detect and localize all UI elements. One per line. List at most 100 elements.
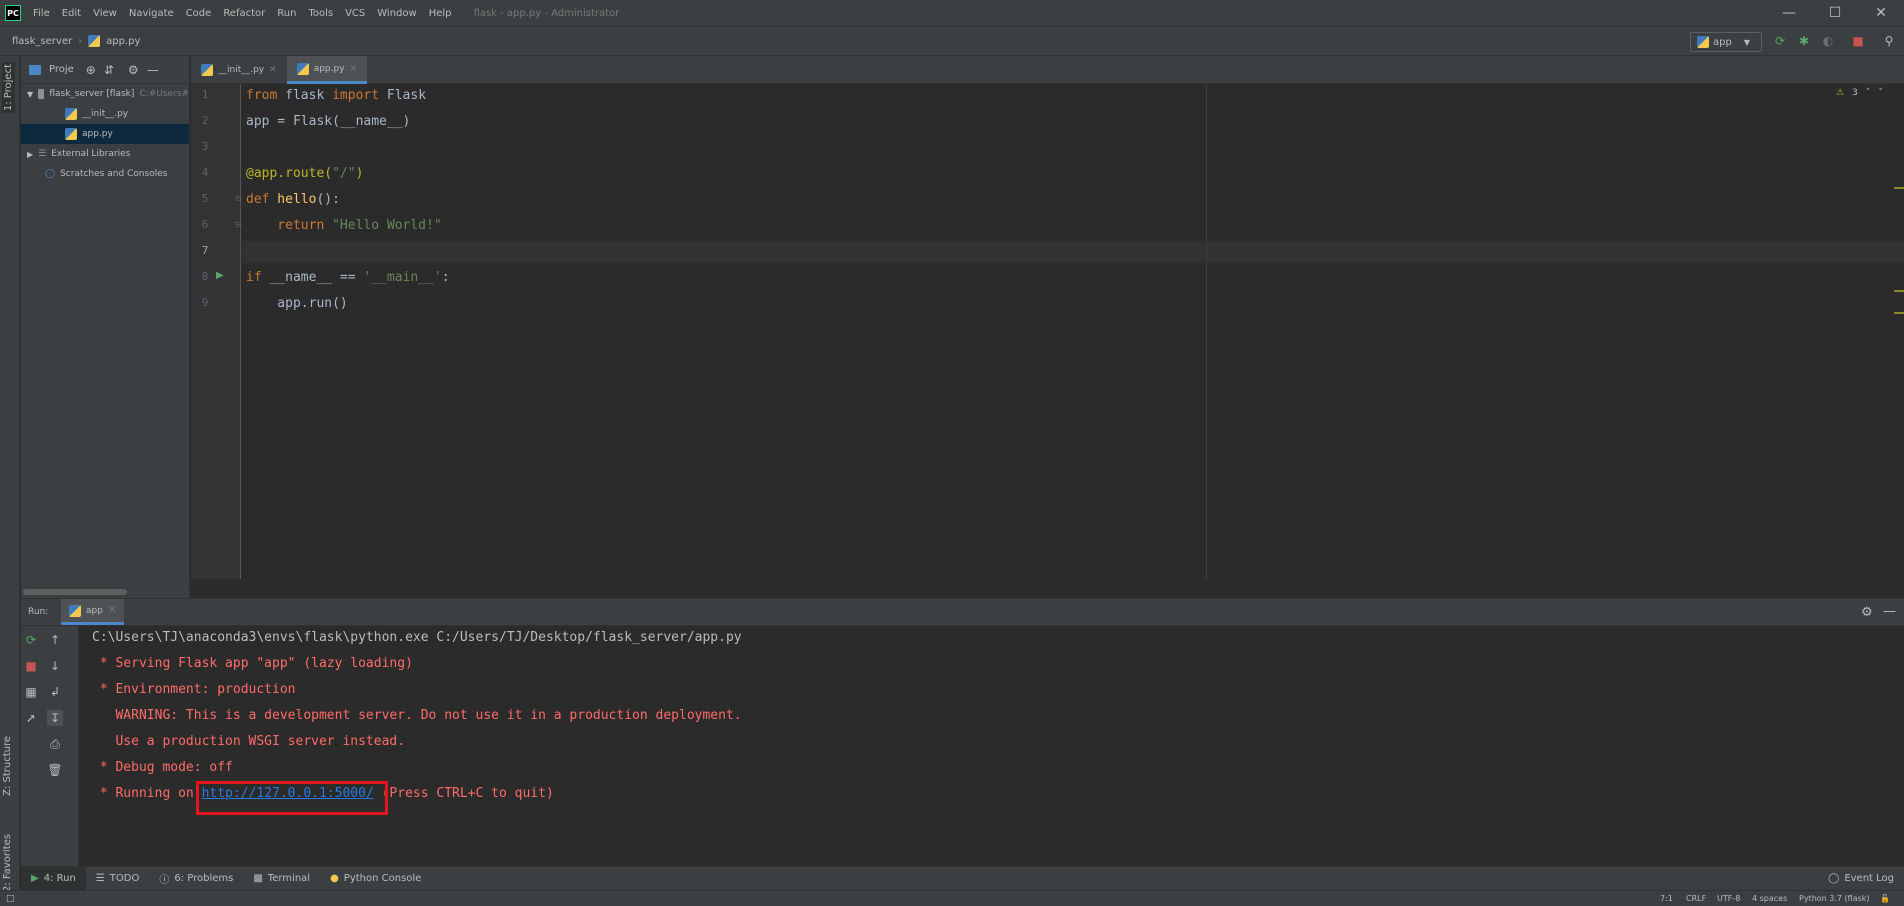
- soft-wrap-icon[interactable]: ↲: [47, 684, 63, 700]
- tab-problems[interactable]: ⓘ 6: Problems: [149, 867, 243, 891]
- tab-event-log[interactable]: ◯ Event Log: [1818, 867, 1904, 891]
- tool-window-toggle-icon[interactable]: □: [6, 894, 15, 904]
- scroll-to-end-icon[interactable]: ↧: [47, 710, 63, 726]
- tab-structure[interactable]: Z: Structure: [2, 736, 13, 796]
- coverage-icon[interactable]: ◐: [1821, 34, 1835, 48]
- run-config-selector[interactable]: app ▼: [1690, 32, 1762, 52]
- warning-stripe[interactable]: [1894, 312, 1904, 314]
- menu-window[interactable]: Window: [377, 8, 416, 19]
- menu-run[interactable]: Run: [277, 8, 296, 19]
- menu-code[interactable]: Code: [186, 8, 212, 19]
- breadcrumb-project[interactable]: flask_server: [12, 36, 72, 47]
- status-position[interactable]: 7:1: [1660, 894, 1673, 903]
- run-config-label: app: [1713, 36, 1732, 48]
- status-indent[interactable]: 4 spaces: [1752, 894, 1787, 903]
- fold-icon[interactable]: ⊟: [235, 220, 242, 229]
- project-view-icon: [29, 64, 41, 75]
- run-tab-app[interactable]: app ✕: [61, 599, 125, 625]
- tab-favorites[interactable]: 2: Favorites: [2, 834, 13, 892]
- console-line: * Environment: production: [92, 682, 296, 697]
- tree-file-init[interactable]: __init__.py: [21, 104, 189, 124]
- layout-icon[interactable]: ▦: [23, 684, 39, 700]
- close-icon[interactable]: ✕: [108, 605, 116, 616]
- print-icon[interactable]: ⎙: [47, 736, 63, 752]
- line-number: 1: [201, 88, 209, 101]
- warning-stripe[interactable]: [1894, 187, 1904, 189]
- minimize-icon[interactable]: —: [1766, 0, 1812, 26]
- chevron-down-icon[interactable]: ˅: [1878, 88, 1883, 98]
- lock-icon[interactable]: 🔓: [1880, 894, 1890, 903]
- run-gutter-icon[interactable]: ▶: [216, 270, 224, 281]
- menu-navigate[interactable]: Navigate: [129, 8, 174, 19]
- hide-icon[interactable]: —: [147, 63, 159, 77]
- line-number: 5: [201, 192, 209, 205]
- console-output[interactable]: C:\Users\TJ\anaconda3\envs\flask\python.…: [81, 626, 1904, 866]
- tab-terminal[interactable]: ▩ Terminal: [243, 867, 320, 891]
- menu-view[interactable]: View: [93, 8, 117, 19]
- arrow-down-icon[interactable]: ↓: [47, 658, 63, 674]
- gear-icon[interactable]: ⚙: [1861, 605, 1873, 620]
- tab-structure-label: Z: Structure: [2, 736, 13, 796]
- rerun-icon[interactable]: ⟳: [23, 632, 39, 648]
- menu-refactor[interactable]: Refactor: [223, 8, 265, 19]
- tab-project[interactable]: 1: Project: [2, 62, 15, 114]
- status-line-separator[interactable]: CRLF: [1686, 894, 1706, 903]
- menu-bar: File Edit View Navigate Code Refactor Ru…: [27, 8, 458, 19]
- status-interpreter[interactable]: Python 3.7 (flask): [1799, 894, 1870, 903]
- rerun-icon[interactable]: ⟳: [1773, 34, 1787, 48]
- hide-icon[interactable]: —: [1883, 604, 1896, 619]
- menu-vcs[interactable]: VCS: [345, 8, 365, 19]
- left-tool-stripe: 1: Project Z: Structure 2: Favorites: [0, 56, 20, 892]
- locate-icon[interactable]: ⊕: [86, 63, 96, 77]
- run-icon: ▶: [31, 873, 39, 884]
- status-encoding[interactable]: UTF-8: [1717, 894, 1740, 903]
- title-bar: PC File Edit View Navigate Code Refactor…: [0, 0, 1904, 26]
- close-icon[interactable]: ✕: [1858, 0, 1904, 26]
- menu-help[interactable]: Help: [429, 8, 452, 19]
- horizontal-scrollbar[interactable]: [23, 589, 127, 595]
- tab-todo[interactable]: ☰ TODO: [86, 867, 150, 891]
- tab-app-py[interactable]: app.py ✕: [286, 56, 368, 84]
- maximize-icon[interactable]: ☐: [1812, 0, 1858, 26]
- menu-file[interactable]: File: [33, 8, 50, 19]
- search-icon[interactable]: ⚲: [1882, 34, 1896, 48]
- tab-python-console[interactable]: ● Python Console: [320, 867, 431, 891]
- tab-init-py[interactable]: __init__.py ✕: [191, 56, 287, 84]
- tab-project-label: 1: Project: [3, 64, 14, 112]
- gear-icon[interactable]: ⚙: [128, 63, 139, 77]
- fold-icon[interactable]: ⊟: [235, 194, 242, 203]
- stop-icon[interactable]: ■: [1851, 34, 1865, 48]
- chevron-right-icon: ›: [78, 35, 83, 47]
- python-icon: ●: [330, 873, 339, 884]
- menu-edit[interactable]: Edit: [62, 8, 81, 19]
- tree-root-folder[interactable]: ▼ flask_server [flask] C:#Users#: [21, 84, 189, 104]
- code-line: app.run(): [246, 296, 348, 311]
- close-icon[interactable]: ✕: [350, 64, 358, 74]
- run-panel: Run: app ✕ ⚙ — ⟳ ■ ▦ ➚ ↑ ↓ ↲ ↧ ⎙ 🗑 C:\Us…: [21, 598, 1904, 866]
- tab-run[interactable]: ▶ 4: Run: [21, 866, 86, 891]
- collapse-all-icon[interactable]: ⇵: [104, 63, 114, 77]
- code-editor[interactable]: from flask import Flask app = Flask(__na…: [242, 84, 1904, 579]
- close-icon[interactable]: ✕: [269, 65, 277, 75]
- trash-icon[interactable]: 🗑: [47, 762, 63, 778]
- pin-icon[interactable]: ➚: [23, 710, 39, 726]
- tree-file-app[interactable]: app.py: [21, 124, 189, 144]
- breadcrumb-file[interactable]: app.py: [106, 36, 140, 47]
- stop-icon[interactable]: ■: [23, 658, 39, 674]
- python-file-icon: [65, 128, 77, 140]
- chevron-up-icon[interactable]: ˄: [1866, 88, 1871, 98]
- python-file-icon: [296, 62, 309, 75]
- tab-app-py-label: app.py: [313, 63, 345, 74]
- inspection-widget[interactable]: ⚠ 3 ˄ ˅: [1836, 88, 1883, 98]
- menu-tools[interactable]: Tools: [308, 8, 333, 19]
- info-icon: ⓘ: [159, 875, 170, 886]
- debug-icon[interactable]: ✱: [1797, 34, 1811, 48]
- line-number: 9: [201, 296, 209, 309]
- breadcrumb: flask_server › app.py: [12, 35, 140, 47]
- tab-favorites-label: 2: Favorites: [2, 834, 13, 893]
- warning-stripe[interactable]: [1894, 290, 1904, 292]
- arrow-up-icon[interactable]: ↑: [47, 632, 63, 648]
- project-view-label[interactable]: Proje: [49, 64, 74, 75]
- tree-scratches[interactable]: ◯ Scratches and Consoles: [21, 164, 189, 184]
- tree-external-libraries[interactable]: ▶ ☰ External Libraries: [21, 144, 189, 164]
